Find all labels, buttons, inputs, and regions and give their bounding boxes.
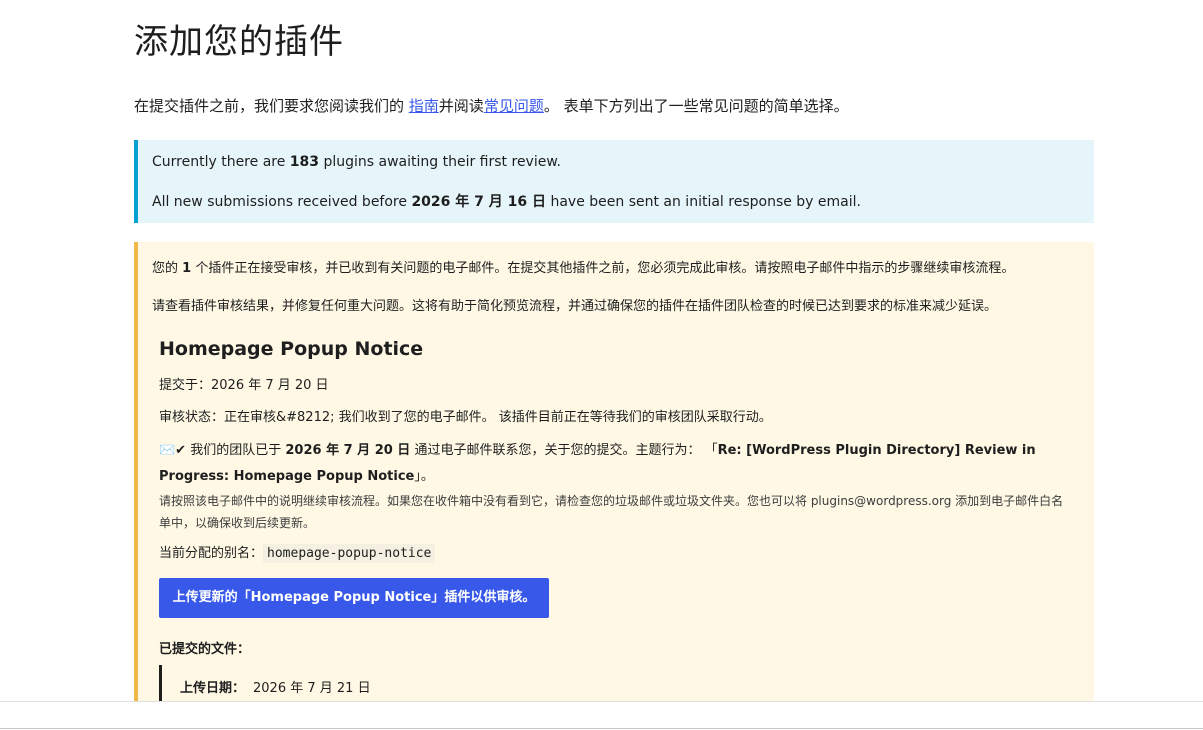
- email-status: ✉️✔ 我们的团队已于 2026 年 7 月 20 日 通过电子邮件联系您，关于…: [159, 438, 1069, 490]
- intro-text: 在提交插件之前，我们要求您阅读我们的 指南并阅读常见问题。 表单下方列出了一些常…: [134, 95, 849, 116]
- queue-count-suffix: plugins awaiting their first review.: [319, 154, 561, 170]
- queue-date-prefix: All new submissions received before: [152, 194, 412, 210]
- notice-suffix: 个插件正在接受审核，并已收到有关问题的电子邮件。在提交其他插件之前，您必须完成此…: [191, 261, 1015, 276]
- queue-date: 2026 年 7 月 16 日: [411, 194, 546, 210]
- submitted-files-label: 已提交的文件：: [159, 642, 251, 657]
- mail-middle: 通过电子邮件联系您，关于您的提交。主题行为： 「: [410, 443, 718, 458]
- plugin-slug: homepage-popup-notice: [263, 544, 436, 563]
- page-title: 添加您的插件: [134, 22, 344, 62]
- upload-update-button[interactable]: 上传更新的「Homepage Popup Notice」插件以供审核。: [159, 578, 549, 618]
- upload-date-label: 上传日期：: [180, 681, 246, 696]
- review-status: 审核状态：正在审核&#8212; 我们收到了您的电子邮件。 该插件目前正在等待我…: [159, 410, 772, 425]
- notice-prefix: 您的: [152, 261, 183, 276]
- review-advice-line: 请查看插件审核结果，并修复任何重大问题。这将有助于简化预览流程，并通过确保您的插…: [152, 299, 998, 314]
- mail-prefix: 我们的团队已于: [186, 443, 286, 458]
- upload-date: 2026 年 7 月 21 日: [253, 681, 371, 696]
- queue-count-prefix: Currently there are: [152, 154, 290, 170]
- review-notice-line: 您的 1 个插件正在接受审核，并已收到有关问题的电子邮件。在提交其他插件之前，您…: [152, 257, 1094, 295]
- slug-label: 当前分配的别名：: [159, 546, 264, 561]
- email-instructions: 请按照该电子邮件中的说明继续审核流程。如果您在收件箱中没有看到它，请检查您的垃圾…: [159, 494, 1064, 530]
- plugin-name: Homepage Popup Notice: [159, 338, 424, 360]
- mail-suffix: 」。: [414, 469, 434, 484]
- intro-middle: 并阅读: [438, 97, 484, 115]
- faq-link[interactable]: 常见问题: [484, 97, 544, 115]
- notice-count: 1: [182, 261, 192, 276]
- review-notice-box: 您的 1 个插件正在接受审核，并已收到有关问题的电子邮件。在提交其他插件之前，您…: [134, 242, 1094, 712]
- mail-check-icon: ✉️✔: [159, 443, 187, 458]
- intro-suffix: 。 表单下方列出了一些常见问题的简单选择。: [543, 97, 849, 115]
- queue-count-line: Currently there are 183 plugins awaiting…: [152, 154, 1094, 191]
- guide-link[interactable]: 指南: [409, 97, 439, 115]
- bottom-bar: [0, 701, 1203, 730]
- plugin-card: Homepage Popup Notice 提交于：2026 年 7 月 20 …: [159, 338, 1069, 704]
- slug-row: 当前分配的别名： homepage-popup-notice: [159, 542, 1069, 563]
- submitted-files-list: 上传日期： 2026 年 7 月 21 日: [159, 665, 1069, 704]
- page: 添加您的插件 在提交插件之前，我们要求您阅读我们的 指南并阅读常见问题。 表单下…: [0, 0, 1203, 730]
- intro-prefix: 在提交插件之前，我们要求您阅读我们的: [134, 97, 409, 115]
- queue-count: 183: [289, 154, 320, 170]
- queue-info-box: Currently there are 183 plugins awaiting…: [134, 140, 1094, 223]
- submitted-date: 提交于：2026 年 7 月 20 日: [159, 378, 329, 393]
- queue-date-suffix: have been sent an initial response by em…: [546, 194, 861, 210]
- mail-date: 2026 年 7 月 20 日: [285, 443, 411, 458]
- bottom-divider: [0, 728, 1203, 729]
- queue-date-line: All new submissions received before 2026…: [152, 191, 1094, 228]
